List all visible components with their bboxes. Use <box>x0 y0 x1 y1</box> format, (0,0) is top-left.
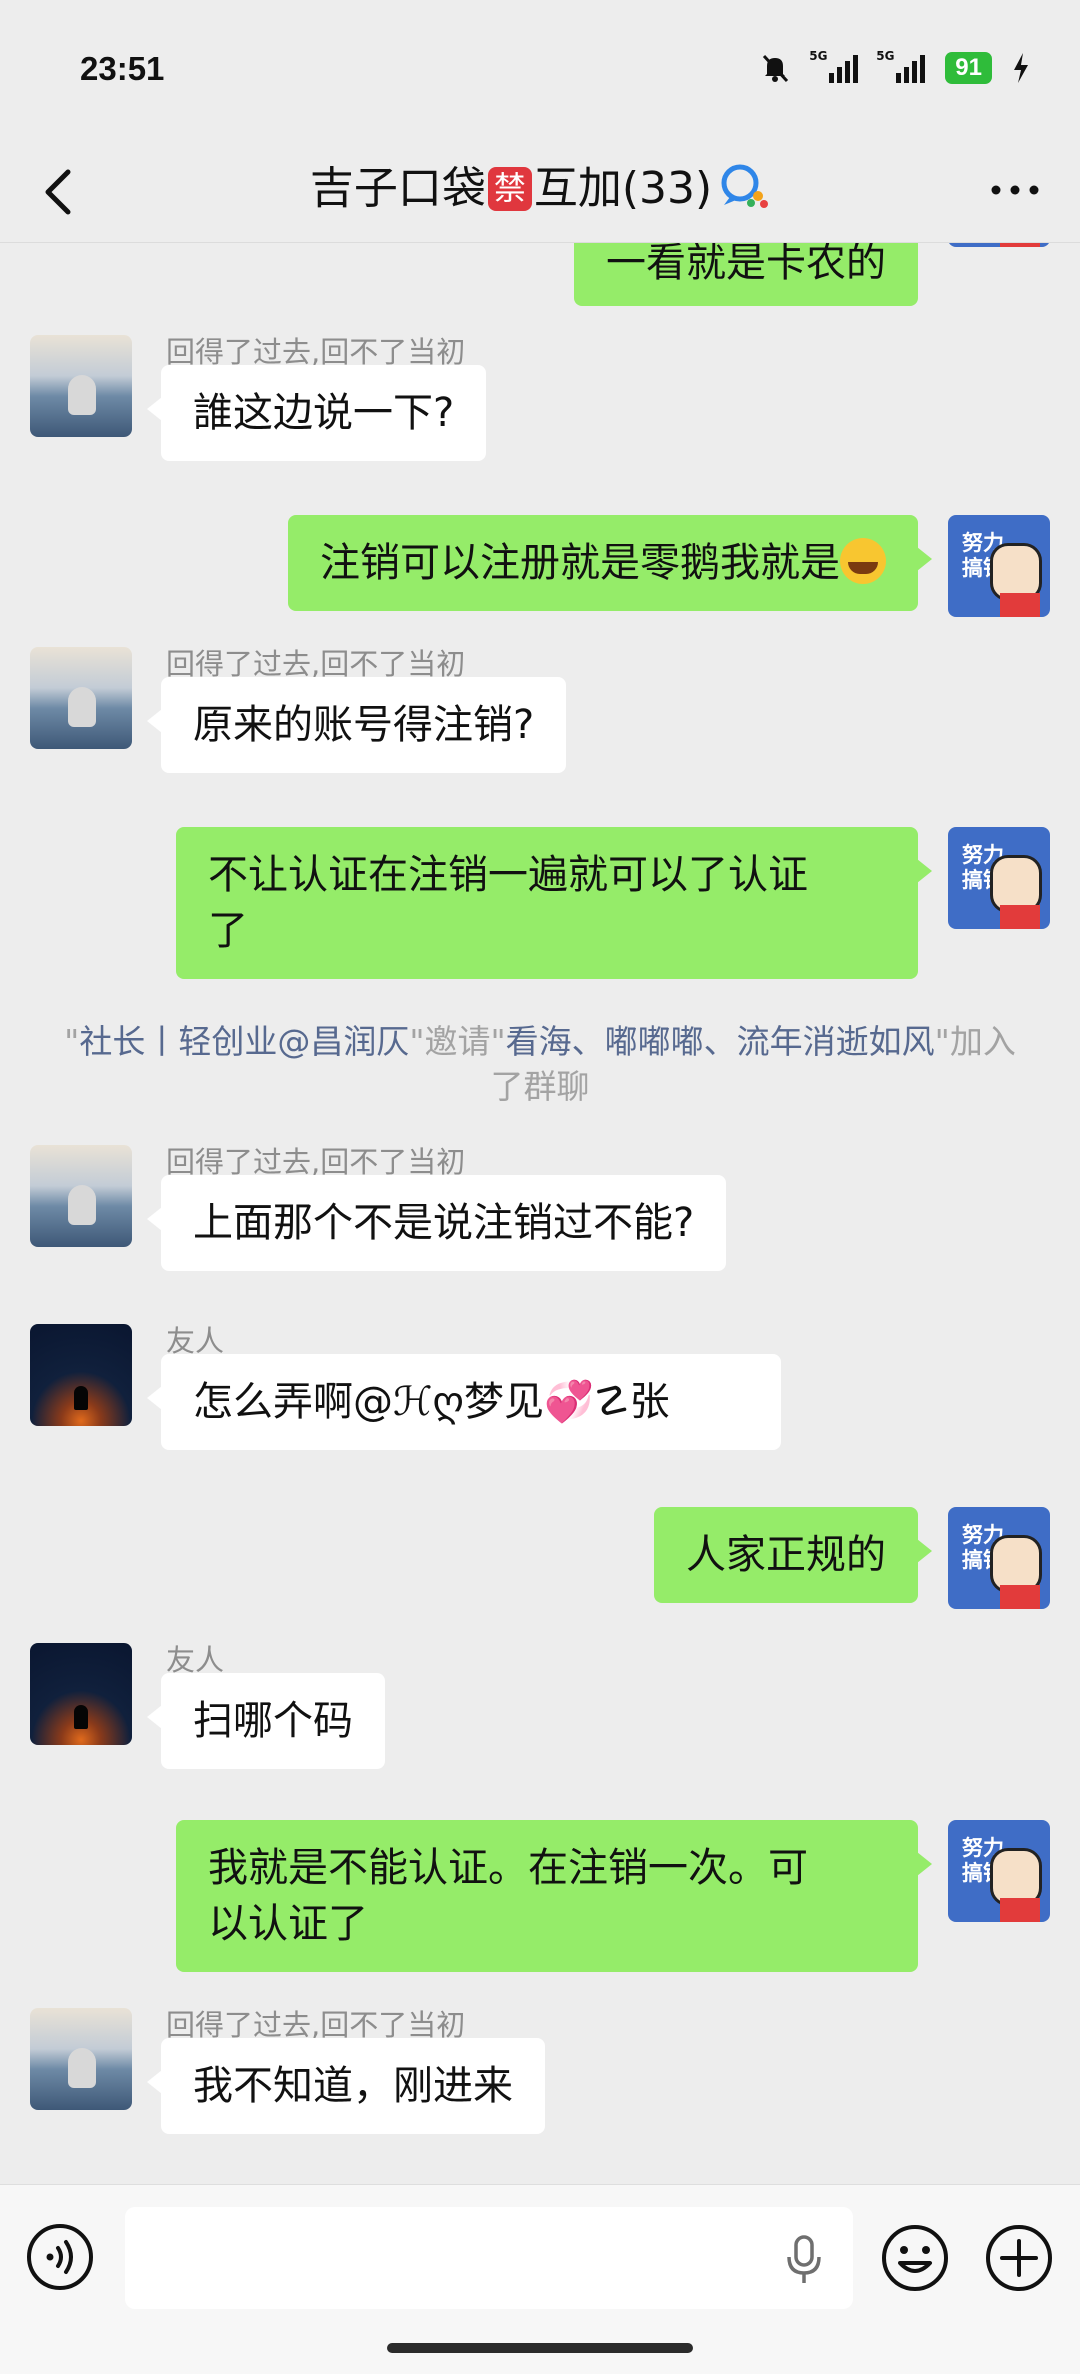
mic-icon[interactable] <box>784 2235 824 2285</box>
status-time: 23:51 <box>80 50 165 87</box>
avatar[interactable]: 努力搞钱 <box>948 827 1050 929</box>
signal-5g-icon-2: 5G <box>876 49 926 83</box>
avatar[interactable] <box>30 2008 132 2110</box>
avatar[interactable]: 努力搞钱 <box>948 1507 1050 1609</box>
title-part2: 互加(33) <box>533 163 713 214</box>
message-bubble[interactable]: 我就是不能认证。在注销一次。可 以认证了 <box>176 1820 932 1972</box>
message-bubble[interactable]: 原来的账号得注销? <box>146 677 567 773</box>
avatar[interactable]: 努力搞钱 <box>948 243 1050 247</box>
avatar[interactable] <box>30 647 132 749</box>
add-plus-icon[interactable] <box>984 2223 1054 2293</box>
message-bubble[interactable]: 扫哪个码 <box>147 1673 385 1769</box>
message-bubble[interactable]: 上面那个不是说注销过不能? <box>146 1175 727 1271</box>
status-bar: 23:51 5G 5G 91 <box>0 0 1080 140</box>
message-bubble[interactable]: 怎么弄啊@ℋღ梦见💞☡张 <box>147 1354 781 1450</box>
avatar[interactable] <box>30 335 132 437</box>
message-bubble[interactable]: 我不知道，刚进来 <box>147 2038 545 2134</box>
battery-indicator: 91 <box>945 52 992 84</box>
avatar[interactable]: 努力搞钱 <box>948 515 1050 617</box>
avatar[interactable] <box>30 1324 132 1426</box>
emoji-icon[interactable] <box>880 2223 950 2293</box>
avatar[interactable]: 努力搞钱 <box>948 1820 1050 1922</box>
avatar[interactable] <box>30 1145 132 1247</box>
message-bubble[interactable]: 注销可以注册就是零鹅我就是 <box>288 515 932 611</box>
status-icons: 5G 5G 91 <box>759 49 1030 84</box>
home-indicator[interactable] <box>387 2343 693 2353</box>
message-list[interactable]: 一看就是卡农的 努力搞钱 回得了过去,回不了当初 誰这边说一下? 注销可以注册就… <box>0 243 1080 2184</box>
laugh-cry-emoji-icon <box>840 538 886 584</box>
mute-bell-icon <box>763 54 789 83</box>
invitees-link[interactable]: 看海、嘟嘟嘟、流年消逝如风 <box>506 1022 935 1061</box>
voice-mode-icon[interactable] <box>26 2223 94 2291</box>
avatar[interactable] <box>30 1643 132 1745</box>
more-options-icon[interactable] <box>990 182 1040 198</box>
group-enterprise-icon <box>721 164 769 208</box>
charging-bolt-icon <box>1014 53 1028 83</box>
message-bubble[interactable]: 人家正规的 <box>654 1507 932 1603</box>
title-part1: 吉子口袋 <box>309 163 486 214</box>
inviter-link[interactable]: 社长丨轻创业@昌润仄 <box>79 1022 409 1061</box>
ban-badge: 禁 <box>487 167 532 211</box>
signal-5g-icon: 5G <box>809 49 859 83</box>
chat-title: 吉子口袋禁互加(33) <box>0 154 1080 224</box>
chat-header: 吉子口袋禁互加(33) <box>0 140 1080 243</box>
message-input[interactable] <box>125 2207 853 2309</box>
message-bubble[interactable]: 一看就是卡农的 <box>574 243 918 306</box>
message-bubble[interactable]: 不让认证在注销一遍就可以了认证 了 <box>176 827 932 979</box>
system-message: "社长丨轻创业@昌润仄"邀请"看海、嘟嘟嘟、流年消逝如风"加入了群聊 <box>64 1022 1016 1106</box>
message-bubble[interactable]: 誰这边说一下? <box>146 365 487 461</box>
